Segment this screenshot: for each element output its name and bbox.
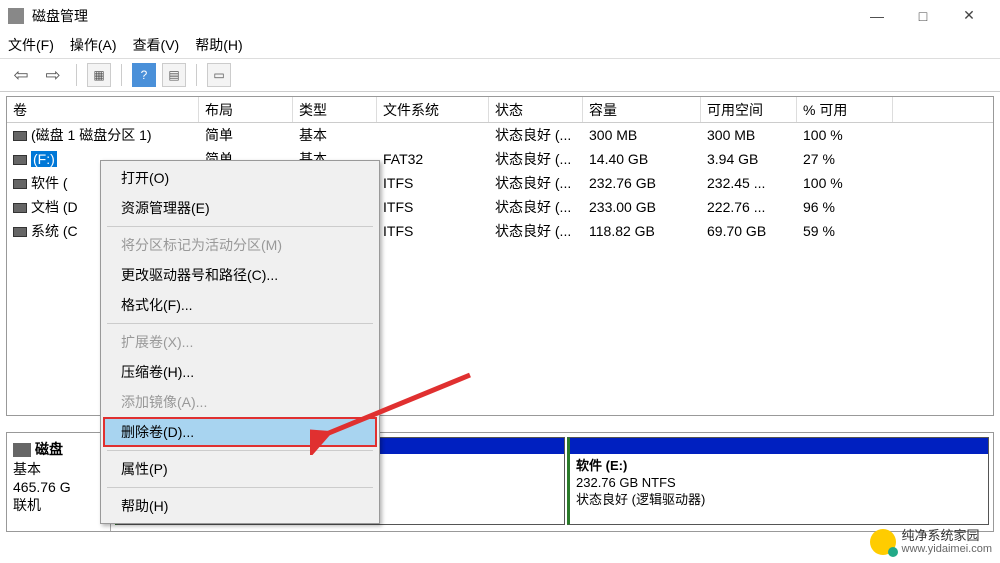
forward-button[interactable]: ⇨ [40, 64, 66, 86]
window-controls: — □ ✕ [854, 2, 992, 30]
toolbar-icon-1[interactable]: ▦ [87, 63, 111, 87]
separator [76, 64, 77, 86]
titlebar: 磁盘管理 — □ ✕ [0, 0, 1000, 32]
menubar: 文件(F) 操作(A) 查看(V) 帮助(H) [0, 32, 1000, 58]
ctx-shrink[interactable]: 压缩卷(H)... [103, 357, 377, 387]
col-status[interactable]: 状态 [489, 97, 583, 122]
menu-action[interactable]: 操作(A) [70, 35, 117, 55]
partition[interactable]: 软件 (E:) 232.76 GB NTFS 状态良好 (逻辑驱动器) [567, 437, 989, 525]
ctx-open[interactable]: 打开(O) [103, 163, 377, 193]
toolbar-icon-4[interactable]: ▭ [207, 63, 231, 87]
watermark-icon [870, 529, 896, 555]
volume-icon [13, 227, 27, 237]
app-icon [8, 8, 24, 24]
selected-volume: (F:) [31, 151, 57, 167]
separator [196, 64, 197, 86]
col-pct[interactable]: % 可用 [797, 97, 893, 122]
ctx-delete-volume[interactable]: 删除卷(D)... [103, 417, 377, 447]
table-row[interactable]: (磁盘 1 磁盘分区 1) 简单 基本 状态良好 (... 300 MB 300… [7, 123, 993, 147]
separator [107, 450, 373, 451]
separator [107, 487, 373, 488]
col-type[interactable]: 类型 [293, 97, 377, 122]
disk-label[interactable]: 磁盘 基本 465.76 G 联机 [7, 433, 111, 531]
menu-view[interactable]: 查看(V) [133, 35, 180, 55]
disk-icon [13, 443, 31, 457]
ctx-explorer[interactable]: 资源管理器(E) [103, 193, 377, 223]
col-capacity[interactable]: 容量 [583, 97, 701, 122]
volume-icon [13, 179, 27, 189]
ctx-extend: 扩展卷(X)... [103, 327, 377, 357]
help-icon[interactable]: ? [132, 63, 156, 87]
back-button[interactable]: ⇦ [8, 64, 34, 86]
col-fs[interactable]: 文件系统 [377, 97, 489, 122]
ctx-format[interactable]: 格式化(F)... [103, 290, 377, 320]
separator [107, 226, 373, 227]
toolbar-icon-3[interactable]: ▤ [162, 63, 186, 87]
minimize-button[interactable]: — [854, 2, 900, 30]
volume-icon [13, 131, 27, 141]
volume-icon [13, 203, 27, 213]
maximize-button[interactable]: □ [900, 2, 946, 30]
table-header: 卷 布局 类型 文件系统 状态 容量 可用空间 % 可用 [7, 97, 993, 123]
col-layout[interactable]: 布局 [199, 97, 293, 122]
ctx-properties[interactable]: 属性(P) [103, 454, 377, 484]
partition-bar [570, 438, 988, 454]
separator [121, 64, 122, 86]
volume-icon [13, 155, 27, 165]
col-volume[interactable]: 卷 [7, 97, 199, 122]
col-free[interactable]: 可用空间 [701, 97, 797, 122]
menu-help[interactable]: 帮助(H) [195, 35, 242, 55]
watermark: 纯净系统家园 www.yidaimei.com [870, 529, 992, 555]
separator [107, 323, 373, 324]
close-button[interactable]: ✕ [946, 2, 992, 30]
menu-file[interactable]: 文件(F) [8, 35, 54, 55]
window-title: 磁盘管理 [32, 6, 854, 26]
ctx-mirror: 添加镜像(A)... [103, 387, 377, 417]
context-menu: 打开(O) 资源管理器(E) 将分区标记为活动分区(M) 更改驱动器号和路径(C… [100, 160, 380, 524]
ctx-change-drive[interactable]: 更改驱动器号和路径(C)... [103, 260, 377, 290]
ctx-mark-active: 将分区标记为活动分区(M) [103, 230, 377, 260]
toolbar: ⇦ ⇨ ▦ ? ▤ ▭ [0, 58, 1000, 92]
ctx-help[interactable]: 帮助(H) [103, 491, 377, 521]
